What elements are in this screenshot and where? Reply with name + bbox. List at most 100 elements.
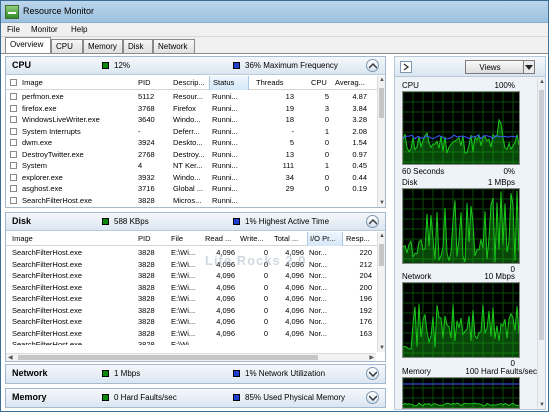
- table-row[interactable]: SearchFilterHost.exe 3828 E:\Wi... 4,096 0 4,…: [6, 270, 377, 281]
- disk-cell: 0: [263, 305, 268, 315]
- table-row[interactable]: dwm.exe 3924 Deskto... Runni... 5 0 1.54: [6, 137, 377, 148]
- menu-file[interactable]: File: [7, 25, 20, 34]
- process-checkbox[interactable]: [10, 185, 17, 192]
- disk-hscroll-thumb[interactable]: [18, 355, 318, 360]
- network-expand-button[interactable]: [366, 367, 379, 380]
- collapse-graphs-button[interactable]: [400, 61, 412, 73]
- process-checkbox[interactable]: [10, 150, 17, 158]
- disk-col-file[interactable]: File: [171, 234, 201, 243]
- disk-col-pid[interactable]: PID: [138, 234, 168, 243]
- overview-content: CPU 12% 36% Maximum Frequency Image PID …: [1, 53, 548, 411]
- cpu-col-threads[interactable]: Threads: [256, 78, 294, 87]
- memory-expand-button[interactable]: [366, 391, 379, 404]
- table-row[interactable]: SearchFilterHost.exe 3828 E:\Wi... 4,096 0 4,…: [6, 293, 377, 304]
- disk-col-image[interactable]: Image: [12, 234, 122, 243]
- disk-col-io-priority[interactable]: I/O Pr...: [307, 232, 343, 246]
- table-row[interactable]: SearchFilterHost.exe 3828 E:\Wi... 4,096 0 4,…: [6, 247, 377, 258]
- process-checkbox[interactable]: [10, 104, 17, 112]
- network-section-title: Network: [12, 368, 48, 378]
- cpu-section-header[interactable]: CPU 12% 36% Maximum Frequency: [6, 57, 385, 75]
- network-section-header[interactable]: Network 1 Mbps 1% Network Utilization: [6, 365, 385, 383]
- table-row[interactable]: SearchFilterHost.exe 3828 E:\Wi... 4,096 0 4,…: [6, 259, 377, 270]
- cpu-col-average[interactable]: Averag...: [335, 78, 367, 87]
- cpu-cell: asghost.exe: [22, 184, 63, 193]
- cpu-cell: Runni...: [212, 195, 238, 205]
- process-checkbox[interactable]: [10, 116, 17, 123]
- graphs-scroll-thumb[interactable]: [539, 90, 544, 340]
- table-row[interactable]: asghost.exe 3716 Global ... Runni... 29 0 0.19: [6, 183, 377, 194]
- disk-col-write[interactable]: Write...: [240, 234, 272, 243]
- table-row[interactable]: firefox.exe 3768 Firefox Runni... 19 3 3.84: [6, 103, 377, 114]
- disk-col-read[interactable]: Read ...: [205, 234, 237, 243]
- cpu-cell: Global ...: [173, 184, 204, 193]
- views-button[interactable]: Views: [465, 60, 525, 74]
- chevron-up-icon: [369, 219, 377, 225]
- menu-help[interactable]: Help: [71, 25, 87, 34]
- table-row[interactable]: SearchFilterHost.exe 3828 E:\Wi... 4,096 0 4,…: [6, 328, 377, 339]
- disk-col-response[interactable]: Resp...: [346, 234, 372, 243]
- table-row[interactable]: SearchFilterHost.exe 3828 Micros... Runni..…: [6, 195, 377, 206]
- cpu-select-all-checkbox[interactable]: [10, 79, 17, 86]
- disk-collapse-button[interactable]: [366, 215, 379, 228]
- cpu-collapse-button[interactable]: [366, 59, 379, 72]
- process-checkbox[interactable]: [10, 162, 17, 169]
- cpu-col-pid[interactable]: PID: [138, 78, 168, 87]
- cpu-cell: explorer.exe: [22, 172, 63, 182]
- memory-faults-value: 0 Hard Faults/sec: [114, 393, 177, 402]
- table-row[interactable]: SearchFilterHost.exe 3828 E:\Wi... 4,096 0 4,…: [6, 282, 377, 293]
- disk-graph: [402, 188, 520, 264]
- tab-network[interactable]: Network: [153, 39, 195, 53]
- disk-section-header[interactable]: Disk 588 KBps 1% Highest Active Time: [6, 213, 385, 231]
- scroll-down-icon[interactable]: ▼: [539, 402, 545, 408]
- scroll-up-icon[interactable]: ▲: [379, 77, 385, 83]
- cpu-col-status[interactable]: Status: [209, 76, 249, 90]
- menu-monitor[interactable]: Monitor: [31, 25, 58, 34]
- process-checkbox[interactable]: [10, 127, 17, 135]
- process-checkbox[interactable]: [10, 93, 17, 100]
- cpu-cell: Windo...: [173, 172, 201, 182]
- table-row[interactable]: System Interrupts - Deferr... Runni... - 1 2.0…: [6, 126, 377, 137]
- scroll-down-icon[interactable]: ▼: [379, 200, 385, 206]
- disk-rate-swatch: [102, 218, 109, 225]
- disk-scroll-thumb[interactable]: [379, 244, 384, 266]
- table-row[interactable]: explorer.exe 3932 Windo... Runni... 34 0 0.44: [6, 172, 377, 183]
- disk-cell: 0: [263, 282, 268, 292]
- disk-col-total[interactable]: Total ...: [274, 234, 306, 243]
- cpu-vertical-scrollbar[interactable]: ▲ ▼: [377, 76, 385, 207]
- table-row[interactable]: System 4 NT Ker... Runni... 111 1 0.45: [6, 160, 377, 171]
- disk-cell: Nor...: [309, 282, 327, 292]
- process-checkbox[interactable]: [10, 139, 17, 146]
- table-row[interactable]: SearchFilterHost.exe 3828 E:\Wi... 4,096 0 4,…: [6, 316, 377, 327]
- disk-horizontal-scrollbar[interactable]: ◀ ▶: [6, 353, 376, 361]
- title-bar[interactable]: Resource Monitor: [1, 1, 548, 23]
- table-row[interactable]: DestroyTwitter.exe 2768 Destroy... Runni...…: [6, 149, 377, 160]
- cpu-cell: Runni...: [212, 115, 238, 124]
- cpu-scroll-thumb[interactable]: [379, 88, 384, 118]
- table-row[interactable]: SearchFilterHost.exe 3828 E:\Wi...: [6, 339, 377, 345]
- disk-cell: 204: [359, 271, 372, 280]
- table-row[interactable]: WindowsLiveWriter.exe 3640 Windo... Runni..…: [6, 114, 377, 125]
- tab-cpu[interactable]: CPU: [51, 39, 83, 53]
- cpu-cell: firefox.exe: [22, 103, 57, 113]
- table-row[interactable]: SearchFilterHost.exe 3828 E:\Wi... 4,096 0 4,…: [6, 305, 377, 316]
- disk-graph-title: Disk: [402, 178, 418, 187]
- scroll-up-icon[interactable]: ▲: [539, 79, 545, 85]
- cpu-col-description[interactable]: Descrip...: [173, 78, 209, 87]
- disk-vertical-scrollbar[interactable]: ▲ ▼: [377, 232, 385, 352]
- table-row[interactable]: perfmon.exe 5112 Resour... Runni... 13 5 4.87: [6, 91, 377, 102]
- graphs-scrollbar[interactable]: ▲ ▼: [537, 78, 545, 409]
- scroll-down-icon[interactable]: ▼: [379, 345, 385, 351]
- tab-memory[interactable]: Memory: [83, 39, 123, 53]
- tab-overview[interactable]: Overview: [5, 37, 51, 53]
- disk-cell: 4,096: [285, 282, 304, 292]
- tab-disk[interactable]: Disk: [123, 39, 153, 53]
- views-dropdown[interactable]: [523, 60, 535, 74]
- process-checkbox[interactable]: [10, 173, 17, 181]
- scroll-left-icon[interactable]: ◀: [8, 354, 13, 361]
- scroll-up-icon[interactable]: ▲: [379, 233, 385, 239]
- scroll-right-icon[interactable]: ▶: [369, 354, 374, 361]
- process-checkbox[interactable]: [10, 196, 17, 204]
- cpu-col-cpu[interactable]: CPU: [311, 78, 331, 87]
- cpu-col-image[interactable]: Image: [22, 78, 132, 87]
- memory-section-header[interactable]: Memory 0 Hard Faults/sec 85% Used Physic…: [6, 389, 385, 407]
